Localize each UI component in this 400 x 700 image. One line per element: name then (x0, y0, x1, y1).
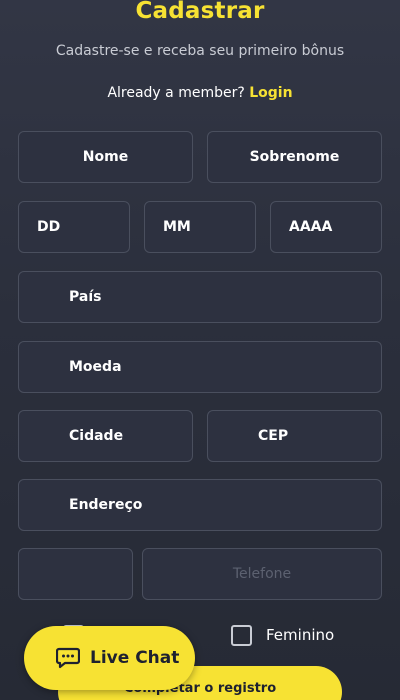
gender-female-option[interactable]: Feminino (231, 622, 334, 648)
login-link[interactable]: Login (249, 85, 292, 101)
page-title: Cadastrar (135, 0, 265, 24)
first-name-field[interactable]: Nome (18, 131, 193, 183)
gender-female-checkbox[interactable] (231, 624, 252, 646)
birth-day-label: DD (37, 219, 61, 235)
first-name-label: Nome (82, 149, 129, 165)
country-label: País (69, 289, 102, 305)
last-name-field[interactable]: Sobrenome (207, 131, 382, 183)
page-subtitle: Cadastre-se e receba seu primeiro bônus (55, 43, 345, 59)
chat-bubble-icon (56, 647, 80, 669)
address-label: Endereço (69, 497, 143, 513)
zip-field[interactable]: CEP (207, 410, 382, 462)
country-field[interactable]: País (18, 271, 382, 323)
address-field[interactable]: Endereço (18, 479, 382, 531)
phone-field[interactable]: Telefone (142, 548, 382, 600)
member-prompt: Already a member? Login (0, 85, 400, 101)
zip-label: CEP (258, 428, 289, 444)
birth-month-label: MM (163, 219, 191, 235)
birth-year-field[interactable]: AAAA (270, 201, 382, 253)
gender-female-label: Feminino (266, 626, 335, 644)
currency-field[interactable]: Moeda (18, 341, 382, 393)
member-prompt-text: Already a member? (107, 85, 245, 101)
birth-month-field[interactable]: MM (144, 201, 256, 253)
city-field[interactable]: Cidade (18, 410, 193, 462)
phone-code-field[interactable] (18, 548, 133, 600)
phone-placeholder: Telefone (232, 566, 292, 582)
currency-label: Moeda (69, 359, 122, 375)
last-name-label: Sobrenome (249, 149, 340, 165)
city-label: Cidade (69, 428, 124, 444)
birth-year-label: AAAA (289, 219, 333, 235)
live-chat-button[interactable]: Live Chat (24, 626, 195, 690)
live-chat-label: Live Chat (90, 648, 180, 668)
birth-day-field[interactable]: DD (18, 201, 130, 253)
